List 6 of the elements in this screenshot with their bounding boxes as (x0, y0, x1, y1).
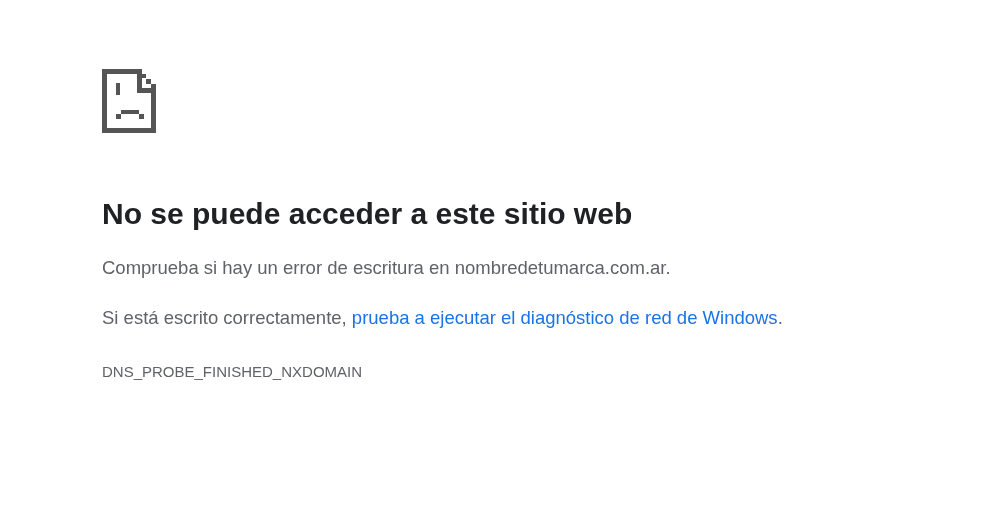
error-heading: No se puede acceder a este sitio web (102, 196, 633, 232)
diagnostics-link[interactable]: prueba a ejecutar el diagnóstico de red de Windows (351, 307, 778, 328)
suggestion-text: Si está escrito correctamente, prueba a ejecutar el diagnóstico de red de Windows. (102, 306, 783, 330)
suggestion-text: Comprueba si hay un error de escritura en nombredetumarca.com.ar. (102, 256, 672, 280)
error-code: DNS_PROBE_FINISHED_NXDOMAIN (102, 363, 363, 380)
sad-page-icon (102, 69, 156, 133)
